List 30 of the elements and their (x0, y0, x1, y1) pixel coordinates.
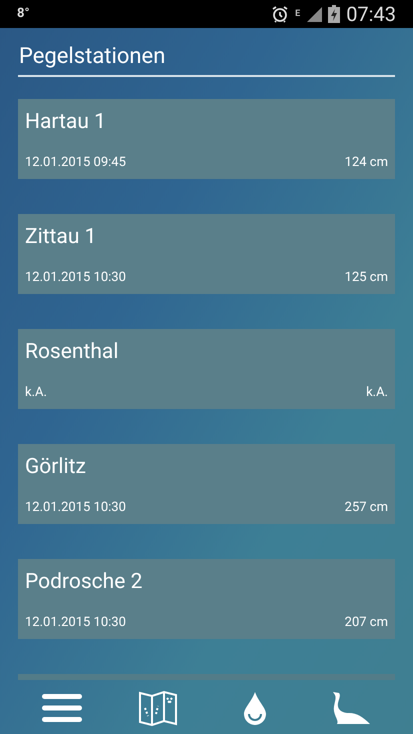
temperature-text: 8° (17, 5, 30, 24)
water-drop-icon[interactable] (242, 691, 267, 725)
station-name: Rosenthal (25, 339, 120, 365)
timestamp-text: 12.01.2015 10:30 (25, 614, 126, 632)
network-type-text: E (295, 10, 300, 18)
water-level-text: 257 cm (344, 498, 388, 516)
station-card[interactable]: Hartau 1 12.01.2015 09:45 124 cm (18, 99, 395, 179)
map-icon[interactable] (138, 690, 178, 726)
station-name: Zittau 1 (25, 224, 98, 250)
station-name: Podrosche 2 (25, 569, 144, 595)
timestamp-text: 12.01.2015 09:45 (25, 154, 126, 172)
water-level-text: 125 cm (344, 268, 388, 286)
station-card[interactable]: Zittau 1 12.01.2015 10:30 125 cm (18, 214, 395, 294)
water-level-text: k.A. (366, 384, 388, 402)
alarm-icon (271, 5, 290, 23)
station-name: Görlitz (25, 454, 87, 480)
station-name: Hartau 1 (25, 109, 107, 135)
station-card[interactable]: Görlitz 12.01.2015 10:30 257 cm (18, 444, 395, 524)
signal-icon (306, 6, 322, 22)
timestamp-text: 12.01.2015 10:30 (25, 268, 126, 286)
clock-text: 07:43 (346, 4, 396, 24)
timestamp-text: k.A. (25, 384, 47, 402)
water-level-text: 207 cm (344, 614, 388, 632)
page-title: Pegelstationen (18, 43, 166, 71)
water-level-text: 124 cm (344, 154, 388, 172)
menu-icon[interactable] (41, 693, 84, 723)
timestamp-text: 12.01.2015 10:30 (25, 498, 126, 516)
station-card[interactable]: Rosenthal k.A. k.A. (18, 329, 395, 409)
battery-charging-icon (328, 5, 340, 23)
station-card[interactable]: Podrosche 2 12.01.2015 10:30 207 cm (18, 559, 395, 639)
